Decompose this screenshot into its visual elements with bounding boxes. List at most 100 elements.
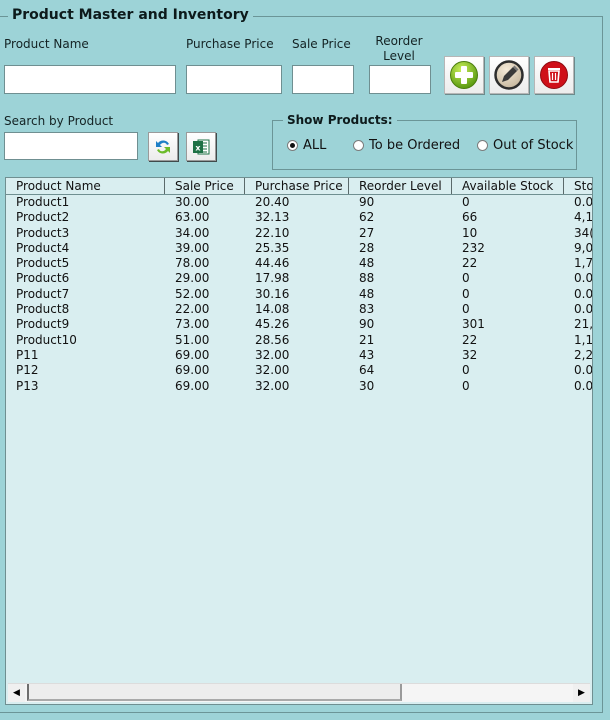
cell-available-stock: 301 — [462, 317, 485, 332]
cell-product-name: P12 — [16, 363, 39, 378]
cell-available-stock: 0 — [462, 363, 470, 378]
table-row[interactable]: Product3 34.00 22.10 27 10 34( — [6, 226, 592, 241]
cell-purchase-price: 17.98 — [255, 271, 290, 286]
add-product-button[interactable] — [444, 56, 484, 94]
table-row[interactable]: P13 69.00 32.00 30 0 0.0 — [6, 379, 592, 394]
table-row[interactable]: Product2 63.00 32.13 62 66 4,1 — [6, 210, 592, 225]
product-name-input[interactable] — [4, 65, 176, 94]
product-grid[interactable]: Product Name Sale Price Purchase Price R… — [5, 177, 593, 705]
cell-product-name: Product10 — [16, 332, 77, 347]
cell-sale-price: 51.00 — [175, 332, 210, 347]
cell-reorder-level: 30 — [359, 378, 375, 393]
table-row[interactable]: Product6 29.00 17.98 88 0 0.0 — [6, 271, 592, 286]
cell-sale-price: 22.00 — [175, 302, 210, 317]
column-header-reorder-level[interactable]: Reorder Level — [349, 178, 452, 194]
cell-available-stock: 32 — [462, 347, 478, 362]
purchase-price-input[interactable] — [186, 65, 282, 94]
table-row[interactable]: Product10 51.00 28.56 21 22 1,1 — [6, 333, 592, 348]
cell-product-name: Product8 — [16, 302, 70, 317]
reorder-level-input[interactable] — [369, 65, 431, 94]
trash-icon — [540, 61, 568, 89]
cell-reorder-level: 48 — [359, 286, 375, 301]
cell-stock-value: 1,1 — [574, 332, 593, 347]
page-title: Product Master and Inventory — [8, 7, 253, 23]
column-header-sale-price[interactable]: Sale Price — [165, 178, 245, 194]
table-row[interactable]: Product9 73.00 45.26 90 301 21, — [6, 317, 592, 332]
cell-sale-price: 69.00 — [175, 378, 210, 393]
cell-available-stock: 0 — [462, 271, 470, 286]
radio-out-of-stock-indicator[interactable] — [477, 140, 488, 151]
refresh-arrows-icon — [156, 139, 170, 154]
cell-stock-value: 0.0 — [574, 286, 593, 301]
table-row[interactable]: Product7 52.00 30.16 48 0 0.0 — [6, 287, 592, 302]
pencil-icon — [494, 60, 524, 90]
cell-sale-price: 52.00 — [175, 286, 210, 301]
delete-product-button[interactable] — [534, 56, 574, 94]
svg-text:x: x — [195, 143, 201, 152]
radio-to-be-ordered[interactable]: To be Ordered — [353, 138, 460, 153]
scroll-right-arrow-icon[interactable]: ▶ — [573, 684, 590, 702]
search-input[interactable] — [4, 132, 138, 160]
cell-sale-price: 63.00 — [175, 210, 210, 225]
scroll-left-arrow-icon[interactable]: ◀ — [8, 684, 25, 702]
cell-purchase-price: 30.16 — [255, 286, 290, 301]
column-header-stock-value[interactable]: Sto — [564, 178, 592, 194]
radio-all-indicator[interactable] — [287, 140, 298, 151]
cell-purchase-price: 20.40 — [255, 195, 290, 209]
column-header-product-name[interactable]: Product Name — [6, 178, 165, 194]
radio-out-of-stock[interactable]: Out of Stock — [477, 138, 573, 153]
sale-price-label: Sale Price — [292, 37, 351, 51]
table-row[interactable]: Product5 78.00 44.46 48 22 1,7 — [6, 256, 592, 271]
cell-available-stock: 0 — [462, 286, 470, 301]
cell-available-stock: 232 — [462, 240, 485, 255]
purchase-price-label: Purchase Price — [186, 37, 274, 51]
cell-sale-price: 34.00 — [175, 225, 210, 240]
table-row[interactable]: P11 69.00 32.00 43 32 2,2 — [6, 348, 592, 363]
cell-reorder-level: 88 — [359, 271, 375, 286]
cell-stock-value: 9,0 — [574, 240, 593, 255]
cell-purchase-price: 14.08 — [255, 302, 290, 317]
cell-purchase-price: 28.56 — [255, 332, 290, 347]
search-label: Search by Product — [4, 114, 114, 128]
cell-stock-value: 1,7 — [574, 256, 593, 271]
radio-all[interactable]: ALL — [287, 138, 326, 153]
plus-circle-icon — [450, 61, 478, 89]
horizontal-scrollbar[interactable]: ◀ ▶ — [8, 683, 590, 702]
excel-icon: x — [193, 139, 210, 154]
cell-product-name: Product7 — [16, 286, 70, 301]
table-row[interactable]: Product8 22.00 14.08 83 0 0.0 — [6, 302, 592, 317]
cell-product-name: Product4 — [16, 240, 70, 255]
cell-stock-value: 21, — [574, 317, 593, 332]
cell-available-stock: 66 — [462, 210, 478, 225]
cell-sale-price: 29.00 — [175, 271, 210, 286]
scrollbar-thumb[interactable] — [27, 684, 402, 701]
cell-stock-value: 0.0 — [574, 271, 593, 286]
cell-purchase-price: 32.00 — [255, 378, 290, 393]
cell-product-name: Product1 — [16, 195, 70, 209]
cell-available-stock: 10 — [462, 225, 478, 240]
cell-sale-price: 78.00 — [175, 256, 210, 271]
sale-price-input[interactable] — [292, 65, 354, 94]
cell-sale-price: 39.00 — [175, 240, 210, 255]
refresh-button[interactable] — [148, 132, 178, 161]
column-header-purchase-price[interactable]: Purchase Price — [245, 178, 349, 194]
cell-sale-price: 69.00 — [175, 363, 210, 378]
radio-to-be-ordered-indicator[interactable] — [353, 140, 364, 151]
edit-product-button[interactable] — [489, 56, 529, 94]
cell-product-name: P11 — [16, 347, 39, 362]
cell-reorder-level: 90 — [359, 317, 375, 332]
cell-product-name: Product5 — [16, 256, 70, 271]
cell-stock-value: 4,1 — [574, 210, 593, 225]
cell-available-stock: 22 — [462, 332, 478, 347]
product-name-label: Product Name — [4, 37, 89, 51]
cell-sale-price: 73.00 — [175, 317, 210, 332]
table-row[interactable]: P12 69.00 32.00 64 0 0.0 — [6, 363, 592, 378]
cell-reorder-level: 62 — [359, 210, 375, 225]
cell-purchase-price: 32.13 — [255, 210, 290, 225]
table-row[interactable]: Product1 30.00 20.40 90 0 0.0 — [6, 195, 592, 210]
table-row[interactable]: Product4 39.00 25.35 28 232 9,0 — [6, 241, 592, 256]
column-header-available-stock[interactable]: Available Stock — [452, 178, 564, 194]
cell-reorder-level: 90 — [359, 195, 375, 209]
export-excel-button[interactable]: x — [186, 132, 216, 161]
radio-out-of-stock-label: Out of Stock — [493, 138, 574, 153]
